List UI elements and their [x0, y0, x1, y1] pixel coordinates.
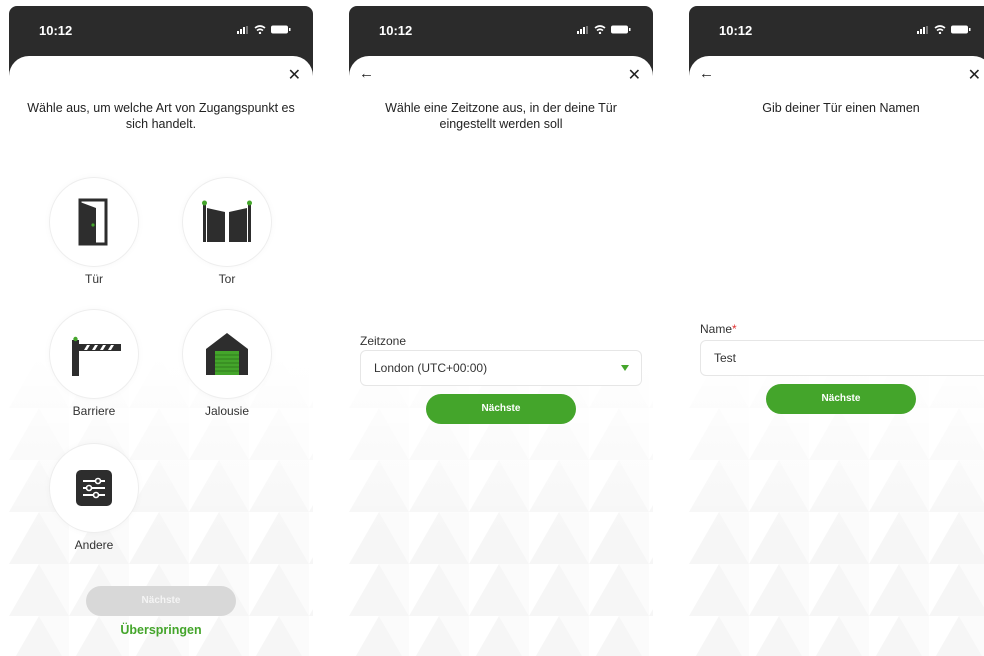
battery-icon: [271, 25, 291, 34]
required-mark: *: [732, 322, 737, 336]
gate-icon: [202, 200, 252, 242]
wifi-icon: [594, 25, 606, 34]
name-label-text: Name: [700, 322, 733, 336]
status-bar: 10:12: [349, 6, 653, 50]
option-barrier[interactable]: Barriere: [49, 310, 139, 418]
status-icons: [237, 25, 291, 34]
modal-sheet: ← ✕ Gib deiner Tür einen Namen Name* Tes…: [689, 56, 984, 656]
signal-icon: [917, 25, 928, 34]
option-shutter[interactable]: Jalousie: [182, 310, 272, 418]
timezone-label: Zeitzone: [360, 334, 407, 348]
timezone-value: London (UTC+00:00): [374, 361, 488, 375]
shutter-icon: [206, 333, 248, 375]
option-gate[interactable]: Tor: [182, 178, 272, 286]
option-door[interactable]: Tür: [49, 178, 139, 286]
close-icon[interactable]: ✕: [968, 68, 981, 84]
status-bar: 10:12: [689, 6, 984, 50]
option-label: Andere: [74, 538, 114, 552]
next-button[interactable]: Nächste: [426, 394, 576, 424]
status-time: 10:12: [719, 23, 753, 38]
status-time: 10:12: [39, 23, 73, 38]
name-input-value: Test: [714, 351, 737, 365]
page-title: Wähle eine Zeitzone aus, in der deine Tü…: [385, 101, 617, 131]
name-input[interactable]: Test: [700, 340, 984, 376]
signal-icon: [577, 25, 588, 34]
option-label: Jalousie: [204, 404, 250, 418]
wifi-icon: [934, 25, 946, 34]
back-arrow-icon[interactable]: ←: [359, 66, 374, 81]
back-arrow-icon[interactable]: ←: [699, 66, 714, 81]
barrier-icon: [72, 336, 121, 376]
page-title: Gib deiner Tür einen Namen: [762, 101, 920, 115]
wifi-icon: [254, 25, 266, 34]
option-other[interactable]: Andere: [49, 444, 139, 552]
battery-icon: [951, 25, 971, 34]
modal-sheet: ← ✕ Wähle eine Zeitzone aus, in der dein…: [349, 56, 653, 656]
signal-icon: [237, 25, 248, 34]
modal-sheet: ✕ Wähle aus, um welche Art von Zugangspu…: [9, 56, 313, 656]
close-icon[interactable]: ✕: [628, 68, 641, 84]
status-icons: [577, 25, 631, 34]
battery-icon: [611, 25, 631, 34]
phone-screen-timezone: 10:12 ← ✕ Wähle eine Zeitzone aus, in de…: [349, 6, 653, 656]
next-button[interactable]: Nächste: [86, 586, 236, 616]
skip-link[interactable]: Überspringen: [9, 623, 313, 637]
sliders-icon: [76, 470, 112, 506]
status-icons: [917, 25, 971, 34]
close-icon[interactable]: ✕: [288, 68, 301, 84]
option-label: Tür: [85, 272, 103, 286]
option-label: Barriere: [72, 404, 116, 418]
chevron-down-icon: [621, 365, 629, 371]
timezone-select[interactable]: London (UTC+00:00): [360, 350, 642, 386]
status-bar: 10:12: [9, 6, 313, 50]
phone-screen-name: 10:12 ← ✕ Gib deiner Tür einen Namen Nam…: [689, 6, 984, 656]
status-time: 10:12: [379, 23, 413, 38]
door-icon: [78, 198, 108, 246]
phone-screen-access-type: 10:12 ✕ Wähle aus, um welche Art von Zug…: [9, 6, 313, 656]
name-label: Name*: [700, 322, 737, 336]
next-button[interactable]: Nächste: [766, 384, 916, 414]
option-label: Tor: [218, 272, 236, 286]
page-title: Wähle aus, um welche Art von Zugangspunk…: [27, 101, 295, 131]
